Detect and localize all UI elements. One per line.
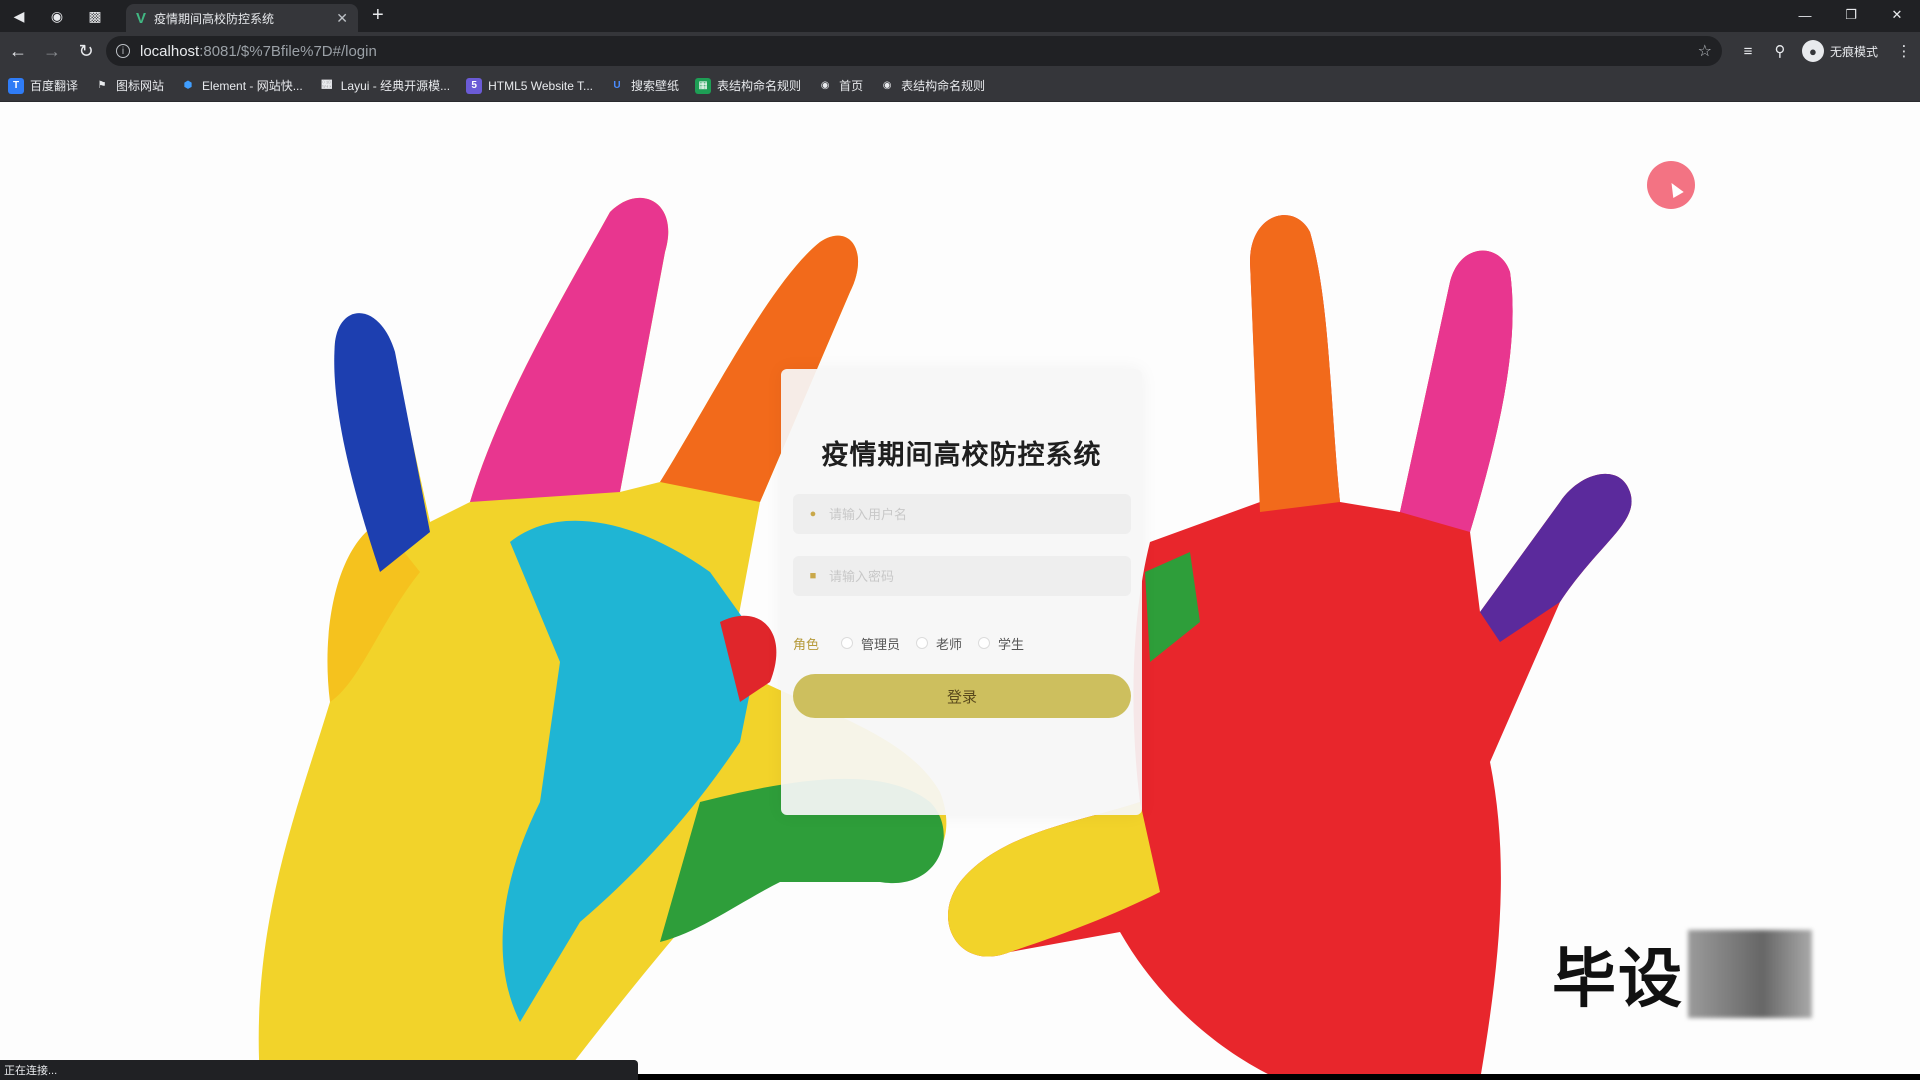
password-field[interactable]: ■ xyxy=(793,556,1131,596)
address-path: :8081/$%7Bfile%7D#/login xyxy=(199,42,377,60)
window-icon[interactable]: ▩ xyxy=(76,0,114,32)
element-icon: ⬢ xyxy=(183,80,193,91)
status-text: 正在连接... xyxy=(4,1065,58,1077)
sheet-icon: ▦ xyxy=(695,77,712,94)
role-radio-admin[interactable]: 管理员 xyxy=(841,634,900,653)
bookmark-star-icon[interactable]: ☆ xyxy=(1698,41,1712,61)
reload-button[interactable]: ↻ xyxy=(70,35,102,67)
minimize-icon[interactable]: — xyxy=(1782,0,1828,30)
browser-tab[interactable]: V 疫情期间高校防控系统 ✕ xyxy=(126,4,358,32)
reading-list-icon[interactable]: ≡ xyxy=(1732,43,1764,60)
watermark-text: 毕设 xyxy=(1552,943,1684,1015)
new-tab-button[interactable]: + xyxy=(372,4,384,27)
vue-icon: V xyxy=(136,9,147,27)
status-bar: 正在连接... xyxy=(0,1060,638,1080)
globe-icon[interactable]: ◉ xyxy=(38,0,76,32)
bookmark-item[interactable]: 𝕉 Layui - 经典开源模... xyxy=(319,77,450,94)
tab-title: 疫情期间高校防控系统 xyxy=(154,11,275,26)
bookmark-item[interactable]: T 百度翻译 xyxy=(8,77,78,94)
site-info-icon[interactable]: i xyxy=(116,44,130,58)
username-input[interactable] xyxy=(827,505,1131,523)
flag-icon: ⚑ xyxy=(97,80,107,91)
bookmark-item[interactable]: 5 HTML5 Website T... xyxy=(466,77,593,94)
login-button[interactable]: 登录 xyxy=(793,674,1131,718)
globe-icon: ◉ xyxy=(882,80,892,91)
bookmark-item[interactable]: ⬢ Element - 网站快... xyxy=(180,77,303,94)
toolbar-right: ≡ ⚲ ● 无痕模式 ⋮ xyxy=(1732,32,1920,70)
incognito-label: 无痕模式 xyxy=(1829,44,1878,59)
bookmark-item[interactable]: U 搜索壁纸 xyxy=(609,77,679,94)
role-radio-student[interactable]: 学生 xyxy=(978,634,1024,653)
bookmark-item[interactable]: ◉ 表结构命名规则 xyxy=(879,77,985,94)
radio-circle[interactable] xyxy=(978,637,991,649)
incognito-icon: ● xyxy=(1801,40,1824,62)
address-host: localhost xyxy=(140,42,200,60)
back-button[interactable]: ← xyxy=(2,35,34,67)
address-bar[interactable]: i localhost:8081/$%7Bfile%7D#/login ☆ xyxy=(106,36,1722,66)
blurred-watermark-area xyxy=(1688,930,1812,1018)
browser-toolbar: ← → ↻ i localhost:8081/$%7Bfile%7D#/logi… xyxy=(0,32,1920,70)
bookmark-item[interactable]: ◉ 首页 xyxy=(817,77,863,94)
window-controls: — ❐ ✕ xyxy=(1782,0,1920,30)
bookmarks-bar: T 百度翻译 ⚑ 图标网站 ⬢ Element - 网站快... 𝕉 Layui - 经… xyxy=(0,70,1920,102)
login-card: 疫情期间高校防控系统 ● ■ 角色 管理员 老师 学生 登录 xyxy=(781,369,1142,815)
media-control-icon[interactable]: ◀ xyxy=(0,0,38,32)
lock-icon: ■ xyxy=(809,570,817,582)
forward-button[interactable]: → xyxy=(36,35,68,67)
close-window-icon[interactable]: ✕ xyxy=(1874,0,1920,30)
login-title: 疫情期间高校防控系统 xyxy=(821,440,1102,470)
layui-icon: 𝕉 xyxy=(321,80,332,91)
bookmark-item[interactable]: ▦ 表结构命名规则 xyxy=(695,77,801,94)
key-icon[interactable]: ⚲ xyxy=(1764,42,1796,60)
role-radio-teacher[interactable]: 老师 xyxy=(916,634,962,653)
user-icon: ● xyxy=(809,508,817,520)
incognito-indicator[interactable]: ● 无痕模式 xyxy=(1801,40,1878,62)
watermark: 毕设 xyxy=(1552,928,1812,1020)
restore-icon[interactable]: ❐ xyxy=(1828,0,1874,30)
wallpaper-icon: U xyxy=(613,80,621,91)
login-page: 疫情期间高校防控系统 ● ■ 角色 管理员 老师 学生 登录 xyxy=(0,102,1920,1080)
baidu-translate-icon: T xyxy=(8,77,24,94)
username-field[interactable]: ● xyxy=(793,494,1131,534)
role-selector: 角色 管理员 老师 学生 xyxy=(793,631,1131,655)
password-input[interactable] xyxy=(827,567,1131,585)
role-label: 角色 xyxy=(793,636,820,652)
radio-circle[interactable] xyxy=(916,637,929,649)
globe-icon: ◉ xyxy=(820,80,830,91)
bookmark-item[interactable]: ⚑ 图标网站 xyxy=(94,77,165,94)
menu-icon[interactable]: ⋮ xyxy=(1888,42,1920,60)
radio-circle[interactable] xyxy=(841,637,854,649)
close-tab-icon[interactable]: ✕ xyxy=(336,10,348,27)
tab-bar: ◀ ◉ ▩ V 疫情期间高校防控系统 ✕ + — ❐ ✕ xyxy=(0,0,1920,32)
bottom-border xyxy=(638,1074,1920,1080)
html5-icon: 5 xyxy=(466,77,483,94)
